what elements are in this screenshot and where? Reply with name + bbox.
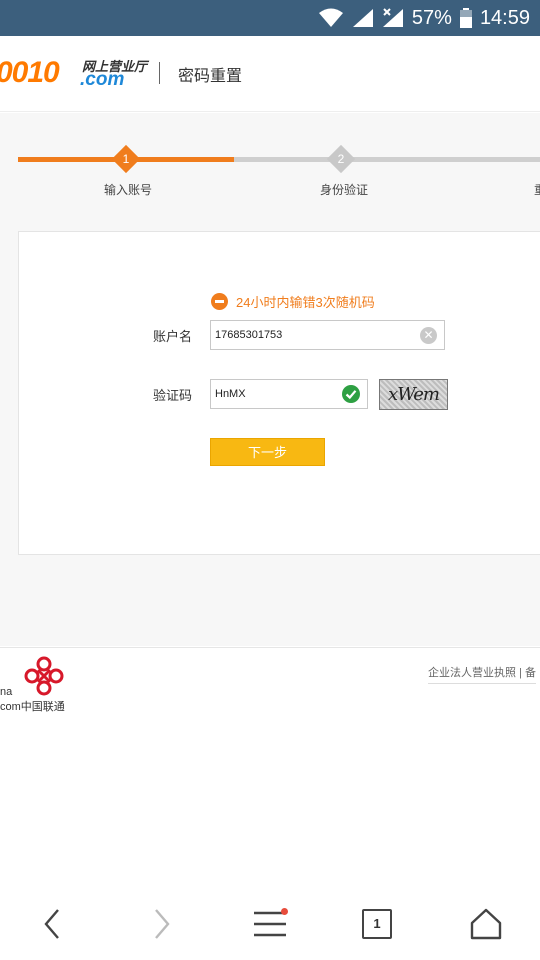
page-title: 密码重置 [178,68,243,85]
check-circle-icon [342,385,360,403]
browser-nav-bar: 1 [0,888,540,960]
clock: 14:59 [479,6,530,29]
step-1-label: 输入账号 [104,183,153,197]
error-message: 24小时内输错3次随机码 [211,292,375,311]
menu-icon[interactable] [248,902,292,946]
step-1-number: 1 [122,152,130,166]
status-icons: 57% 14:59 [318,0,530,36]
captcha-image[interactable]: xWem [379,379,448,410]
logo-number[interactable]: 0010 [0,56,60,90]
tabs-icon[interactable]: 1 [355,902,399,946]
step-2-marker: 2 [326,144,356,174]
reset-form-card: 24小时内输错3次随机码 账户名 17685301753 ✕ 验证码 HnMX … [18,231,540,555]
site-header: 0010 网上营业厅 .com 密码重置 [0,36,540,112]
captcha-value: HnMX [215,388,246,400]
notification-dot [281,908,288,915]
signal-icon [352,8,374,28]
page-footer: na com中国联通 企业法人营业执照 | 备 [0,647,540,727]
signal-no-data-icon [382,8,404,28]
header-divider [159,62,160,84]
forward-icon[interactable] [140,902,184,946]
step-1-marker: 1 [111,144,141,174]
main-content: 1 2 输入账号 身份验证 重 24小时内输错3次随机码 账户名 1768530… [0,113,540,646]
clear-icon[interactable]: ✕ [420,327,437,344]
step-3-label: 重 [534,181,540,198]
logo-text-line2: com中国联通 [0,701,65,713]
captcha-label: 验证码 [153,388,193,403]
captcha-input[interactable]: HnMX [210,379,368,409]
step-2-label: 身份验证 [320,183,369,197]
logo-domain[interactable]: .com [80,69,124,91]
minus-circle-icon [211,293,228,310]
step-2-number: 2 [337,152,345,166]
wifi-icon [318,8,344,28]
status-bar: 57% 14:59 [0,0,540,36]
account-input[interactable]: 17685301753 ✕ [210,320,445,350]
account-value: 17685301753 [215,329,283,341]
battery-icon [459,8,472,28]
battery-percent: 57% [411,6,452,29]
back-icon[interactable] [30,902,74,946]
tabs-count: 1 [362,909,392,939]
china-unicom-logo-icon[interactable] [18,656,70,698]
logo-text-line1: na [0,686,13,698]
footer-links[interactable]: 企业法人营业执照 | 备 [428,664,536,684]
account-label: 账户名 [153,329,193,344]
home-icon[interactable] [464,902,508,946]
next-step-button[interactable]: 下一步 [210,438,325,466]
error-text: 24小时内输错3次随机码 [236,295,375,310]
